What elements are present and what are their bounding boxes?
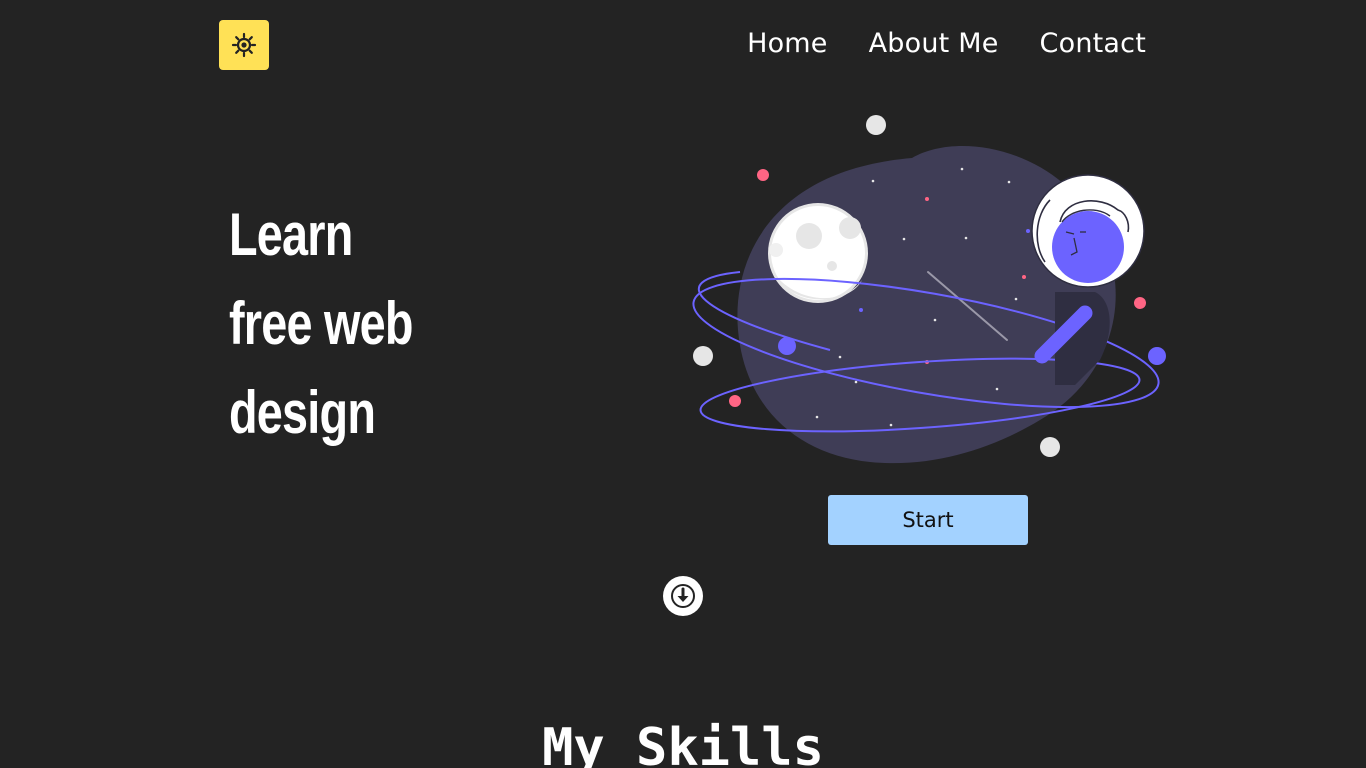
astronaut-head (1031, 174, 1145, 288)
moon (768, 203, 868, 303)
theme-toggle-button[interactable] (219, 20, 269, 70)
hero-title-line: design (229, 379, 376, 446)
nav-contact-link[interactable]: Contact (1040, 26, 1146, 62)
nav-home-link[interactable]: Home (747, 26, 828, 62)
main-nav: Home About Me Contact (747, 26, 1146, 62)
hero-title-line: free web (229, 290, 413, 357)
scroll-down-button[interactable] (663, 576, 703, 616)
sun-icon (231, 32, 257, 58)
page: Home About Me Contact Learn free web des… (0, 0, 1366, 768)
skills-section-title: My Skills (542, 718, 824, 768)
astronaut-planet-illustration (692, 115, 1166, 464)
hero-title: Learn free web design (229, 190, 413, 457)
arrow-down-icon (671, 584, 695, 608)
nav-about-link[interactable]: About Me (869, 26, 999, 62)
start-button[interactable]: Start (828, 495, 1028, 545)
hero-title-line: Learn (229, 201, 353, 268)
